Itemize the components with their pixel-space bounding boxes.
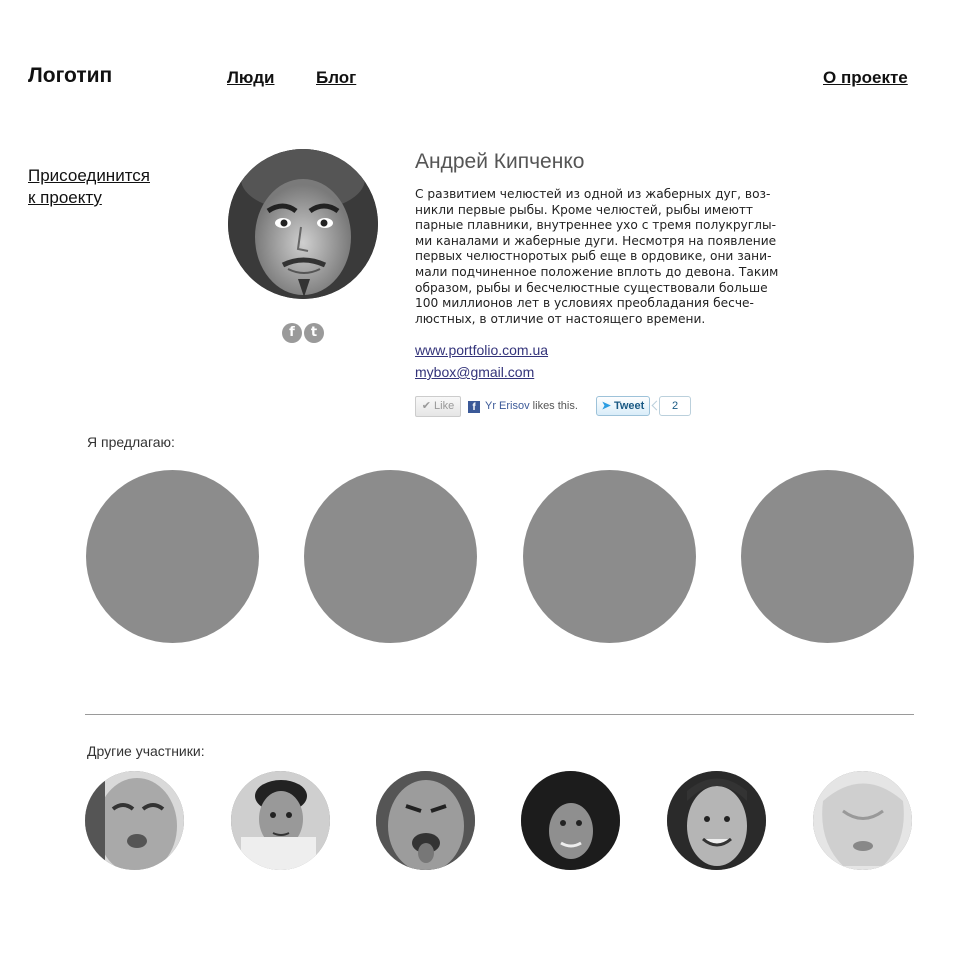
bio-line: С развитием челюстей из одной из жаберны…	[415, 187, 771, 201]
member-avatar[interactable]	[667, 771, 766, 870]
likes-suffix: likes this.	[529, 400, 578, 412]
bio-line: парные плавники, внутреннее ухо с тремя …	[415, 218, 776, 233]
twitter-bird-icon: ➤	[601, 400, 611, 412]
offer-item[interactable]	[304, 470, 477, 643]
profile-name: Андрей Кипченко	[415, 150, 585, 173]
offers-label: Я предлагаю:	[87, 434, 175, 450]
tweet-button[interactable]: ➤ Tweet	[596, 396, 650, 416]
like-label: Like	[434, 400, 455, 412]
facebook-liker-name[interactable]: Yr Erisov	[485, 400, 530, 412]
offer-item[interactable]	[86, 470, 259, 643]
tweet-label: Tweet	[613, 400, 645, 412]
member-avatar[interactable]	[521, 771, 620, 870]
bio-line: люстных, в отличие от настоящего времени…	[415, 311, 706, 326]
tweet-count: 2	[659, 396, 691, 416]
bio-line: первых челюстноротых рыб еще в ордовике,…	[415, 249, 772, 264]
nav-link-about[interactable]: О проекте	[823, 68, 908, 88]
bio-line: образом, рыбы и бесчелюстные существовал…	[415, 280, 768, 295]
check-icon: ✔	[421, 400, 431, 412]
member-avatar[interactable]	[85, 771, 184, 870]
site-logo[interactable]: Логотип	[28, 64, 112, 88]
profile-bio: С развитием челюстей из одной из жаберны…	[415, 187, 779, 327]
email-link[interactable]: mybox@gmail.com	[415, 364, 534, 380]
members-label: Другие участники:	[87, 743, 205, 759]
offer-item[interactable]	[741, 470, 914, 643]
facebook-like-button[interactable]: ✔ Like	[415, 396, 461, 417]
member-avatar[interactable]	[231, 771, 330, 870]
facebook-small-icon: f	[468, 401, 480, 413]
tumblr-icon[interactable]: t	[304, 323, 324, 343]
bio-line: ми каналами и жаберные дуги. Несмотря на…	[415, 233, 777, 248]
member-avatar[interactable]	[376, 771, 475, 870]
bio-line: мали подчиненное положение вплоть до дев…	[415, 264, 779, 279]
join-line-2: к проекту	[28, 188, 102, 207]
facebook-likes-text: Yr Erisov likes this.	[485, 400, 578, 412]
bio-line: 100 миллионов лет в условиях преобладани…	[415, 296, 754, 311]
section-divider	[85, 714, 914, 715]
join-project-link[interactable]: Присоединится к проекту	[28, 165, 150, 209]
website-link[interactable]: www.portfolio.com.ua	[415, 342, 548, 358]
bio-line: никли первые рыбы. Кроме челюстей, рыбы …	[415, 202, 754, 217]
join-line-1: Присоединится	[28, 166, 150, 185]
profile-avatar	[228, 149, 378, 299]
nav-link-blog[interactable]: Блог	[316, 68, 356, 88]
offer-item[interactable]	[523, 470, 696, 643]
facebook-icon[interactable]: f	[282, 323, 302, 343]
nav-link-people[interactable]: Люди	[227, 68, 274, 88]
member-avatar[interactable]	[813, 771, 912, 870]
